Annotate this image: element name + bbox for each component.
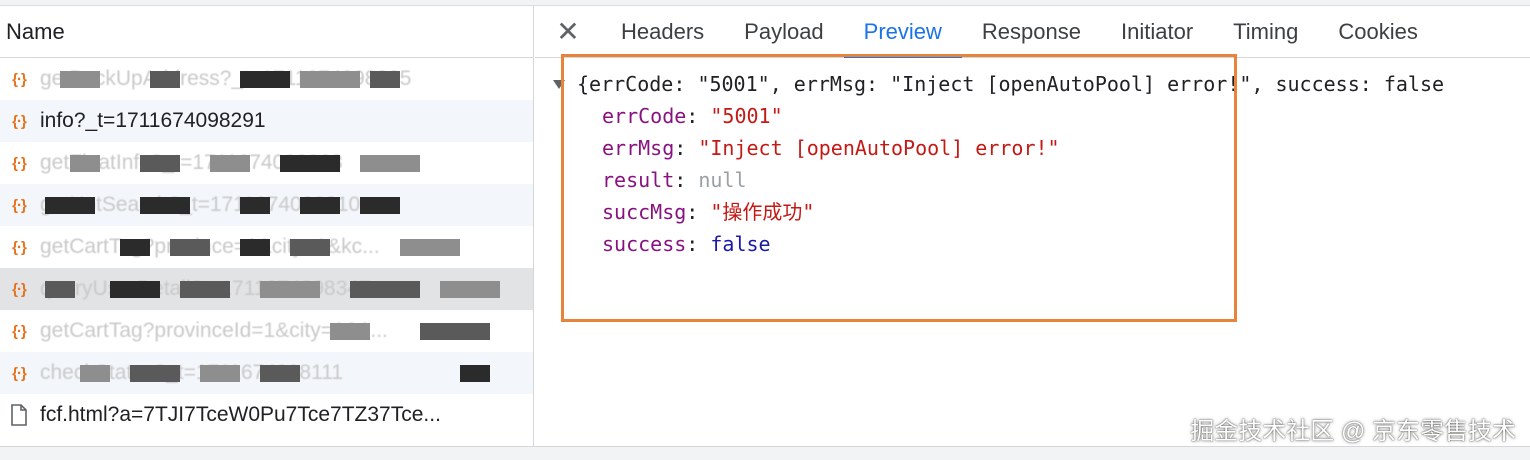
request-row[interactable]: {·} getCartTag?provinceId=1&city=1&1... [0, 310, 533, 352]
redaction-mark [45, 197, 95, 214]
redaction-mark [80, 365, 110, 382]
tab-payload[interactable]: Payload [724, 6, 844, 57]
redaction-mark [150, 71, 180, 88]
request-row[interactable]: {·} getHotSearch?_t=1711674098310 [0, 184, 533, 226]
redaction-mark [240, 239, 270, 256]
redaction-mark [400, 239, 460, 256]
redaction-mark [60, 71, 100, 88]
redaction-mark [360, 197, 400, 214]
xhr-icon: {·} [12, 238, 27, 256]
request-row[interactable]: {·} getBackUpAddress?_t=1711674098295 [0, 58, 533, 100]
redaction-mark [290, 239, 330, 256]
redaction-mark [260, 365, 300, 382]
details-tab-bar: ✕ Headers Payload Preview Response Initi… [535, 6, 1530, 58]
tab-preview[interactable]: Preview [843, 6, 963, 58]
redaction-mark [45, 281, 75, 298]
tab-timing[interactable]: Timing [1213, 6, 1318, 57]
xhr-icon: {·} [12, 364, 27, 382]
xhr-icon: {·} [12, 196, 27, 214]
redaction-mark [260, 281, 320, 298]
redaction-mark [120, 239, 150, 256]
bottom-edge-strip [0, 446, 1530, 460]
redaction-mark [140, 155, 180, 172]
xhr-icon: {·} [12, 280, 27, 298]
xhr-icon: {·} [12, 70, 27, 88]
xhr-icon: {·} [12, 112, 27, 130]
tab-headers[interactable]: Headers [601, 6, 724, 57]
redaction-mark [140, 197, 190, 214]
summary-value: false [1383, 72, 1445, 96]
request-row[interactable]: {·} info?_t=1711674098291 [0, 100, 533, 142]
redaction-mark [180, 281, 230, 298]
annotation-highlight-box [561, 54, 1237, 322]
redaction-mark [240, 197, 270, 214]
redaction-mark [240, 71, 290, 88]
tab-cookies[interactable]: Cookies [1318, 6, 1437, 57]
name-column-header[interactable]: Name [0, 6, 533, 58]
redaction-mark [460, 365, 490, 382]
xhr-icon: {·} [12, 322, 27, 340]
document-icon [6, 404, 32, 426]
redaction-mark [110, 281, 160, 298]
request-row[interactable]: {·} getFloatInfo?_t=1711674098263 [0, 142, 533, 184]
redaction-mark [170, 239, 210, 256]
redaction-mark [280, 155, 340, 172]
redaction-mark [130, 365, 180, 382]
name-column-label: Name [6, 18, 65, 44]
request-list: {·} getBackUpAddress?_t=1711674098295 {·… [0, 58, 533, 436]
tab-initiator[interactable]: Initiator [1101, 6, 1213, 57]
redaction-mark [300, 197, 340, 214]
request-details-panel: ✕ Headers Payload Preview Response Initi… [535, 6, 1530, 446]
watermark-text: 掘金技术社区 @ 京东零售技术 [1190, 418, 1516, 445]
request-row[interactable]: {·} getCartTag?province=1&city=1&kc... [0, 226, 533, 268]
request-row[interactable]: fcf.html?a=7TJI7TceW0Pu7Tce7TZ37Tce... [0, 394, 533, 436]
redaction-mark [70, 155, 100, 172]
redaction-mark [440, 281, 500, 298]
request-name: info?_t=1711674098291 [40, 109, 266, 132]
request-row[interactable]: {·} checkStatus?_t=1711674098111 [0, 352, 533, 394]
redaction-mark [200, 365, 240, 382]
redaction-mark [330, 323, 370, 340]
redaction-mark [350, 281, 420, 298]
tab-response[interactable]: Response [962, 6, 1101, 57]
close-icon[interactable]: ✕ [535, 6, 601, 57]
redaction-mark [420, 323, 490, 340]
xhr-icon: {·} [12, 154, 27, 172]
redaction-mark [300, 71, 360, 88]
request-name: fcf.html?a=7TJI7TceW0Pu7Tce7TZ37Tce... [40, 403, 441, 426]
redaction-mark [370, 71, 400, 88]
redaction-mark [360, 155, 420, 172]
summary-key: success [1275, 72, 1360, 96]
redaction-mark [210, 155, 250, 172]
network-request-list-panel: Name {·} getBackUpAddress?_t=17116740982… [0, 6, 534, 446]
request-row-selected[interactable]: {·} queryUserDetail?t=1711674098347... [0, 268, 533, 310]
